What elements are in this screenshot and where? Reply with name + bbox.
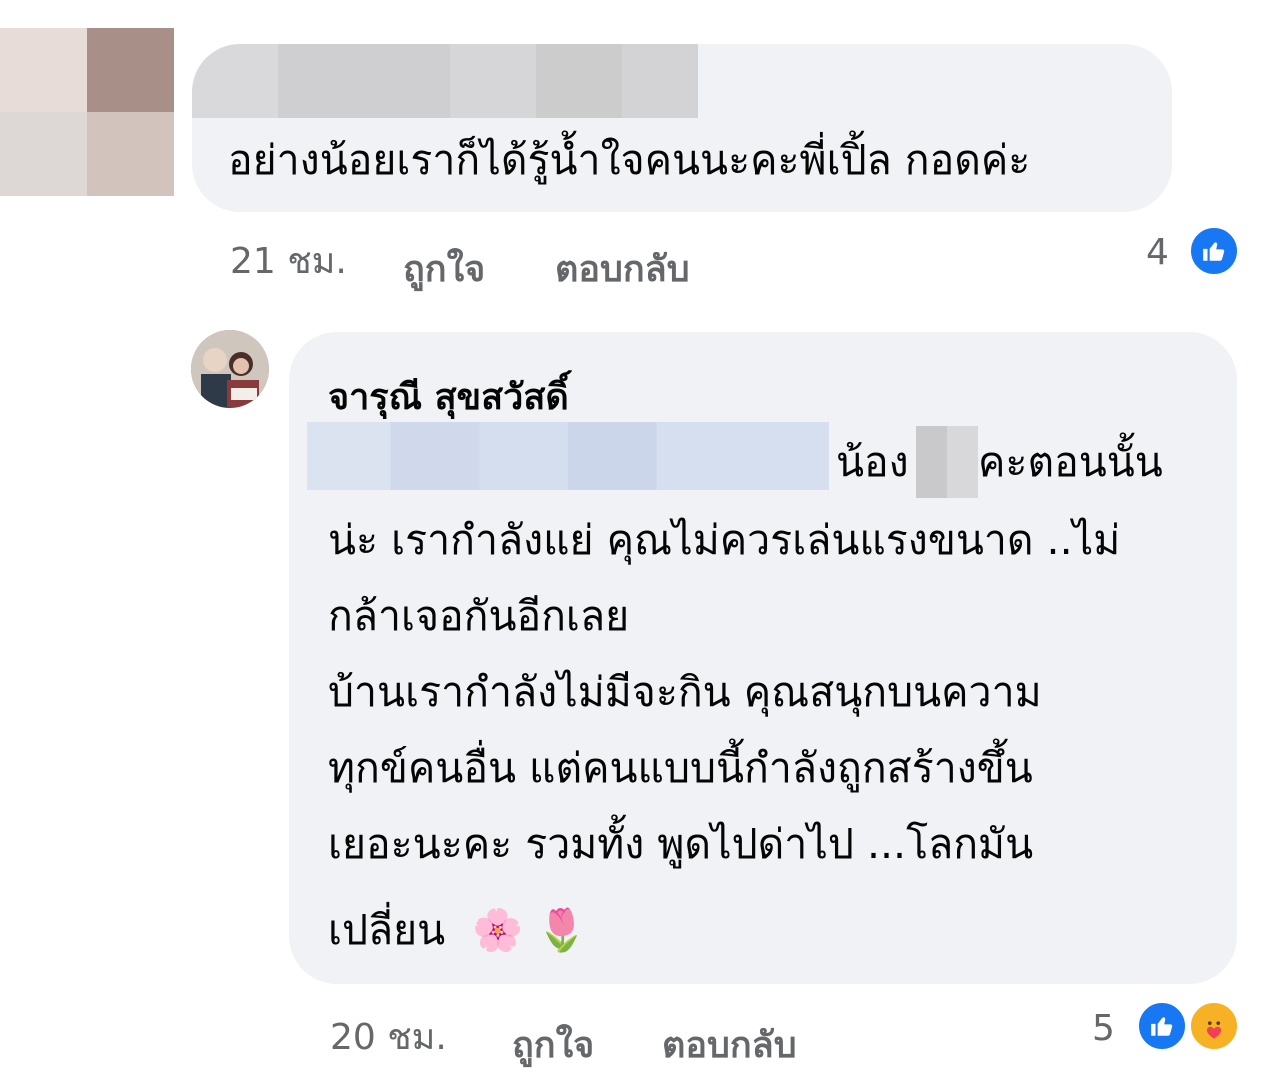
cherry-blossom-icon: 🌸 [472, 906, 524, 954]
hugging-face-icon [1206, 1021, 1222, 1039]
avatar-pixel [0, 112, 87, 196]
comment-line: เปลี่ยน 🌸 🌷 [328, 910, 587, 951]
comment-line: บ้านเรากำลังไม่มีจะกิน คุณสนุกบนความ [328, 668, 1042, 716]
thumbs-up-icon [1203, 242, 1225, 261]
like-icon[interactable] [1188, 225, 1240, 277]
blurred-name [916, 426, 978, 498]
reply-button[interactable]: ตอบกลับ [555, 240, 690, 297]
avatar-pixel [87, 28, 174, 112]
comment-timestamp[interactable]: 21 ชม. [230, 232, 347, 289]
comment-timestamp[interactable]: 20 ชม. [330, 1008, 447, 1065]
comment-line: น้อง [836, 438, 909, 486]
like-button[interactable]: ถูกใจ [403, 240, 485, 297]
comment-line: คะตอนนั้น [978, 438, 1163, 486]
tulip-icon: 🌷 [536, 906, 588, 954]
care-icon[interactable] [1188, 1000, 1240, 1052]
reply-button[interactable]: ตอบกลับ [662, 1016, 797, 1073]
avatar-pixel [0, 28, 87, 112]
reaction-count[interactable]: 5 [1092, 1008, 1115, 1049]
reaction-count[interactable]: 4 [1146, 232, 1169, 273]
comment-author[interactable]: จารุณี สุขสวัสดิ์ [328, 368, 569, 425]
avatar[interactable] [0, 28, 174, 196]
like-button[interactable]: ถูกใจ [512, 1016, 594, 1073]
comment-line: ทุกข์คนอื่น แต่คนแบบนี้กำลังถูกสร้างขึ้น [328, 744, 1033, 792]
blurred-mention[interactable] [307, 422, 829, 490]
thumbs-up-icon [1151, 1017, 1173, 1036]
like-icon[interactable] [1136, 1000, 1188, 1052]
comment-text: อย่างน้อยเราก็ได้รู้น้ำใจคนนะคะพี่เปิ้ล … [228, 136, 1031, 184]
comment-line-text: เปลี่ยน [328, 906, 446, 954]
avatar-photo [191, 330, 269, 408]
comment-line: กล้าเจอกันอีกเลย [328, 592, 630, 640]
avatar[interactable] [191, 330, 269, 408]
comment-line: น่ะ เรากำลังแย่ คุณไม่ควรเล่นแรงขนาด ..ไ… [328, 516, 1121, 564]
avatar-pixel [87, 112, 174, 196]
blurred-author-name[interactable] [192, 44, 698, 118]
comment-line: เยอะนะคะ รวมทั้ง พูดไปด่าไป ...โลกมัน [328, 820, 1034, 868]
